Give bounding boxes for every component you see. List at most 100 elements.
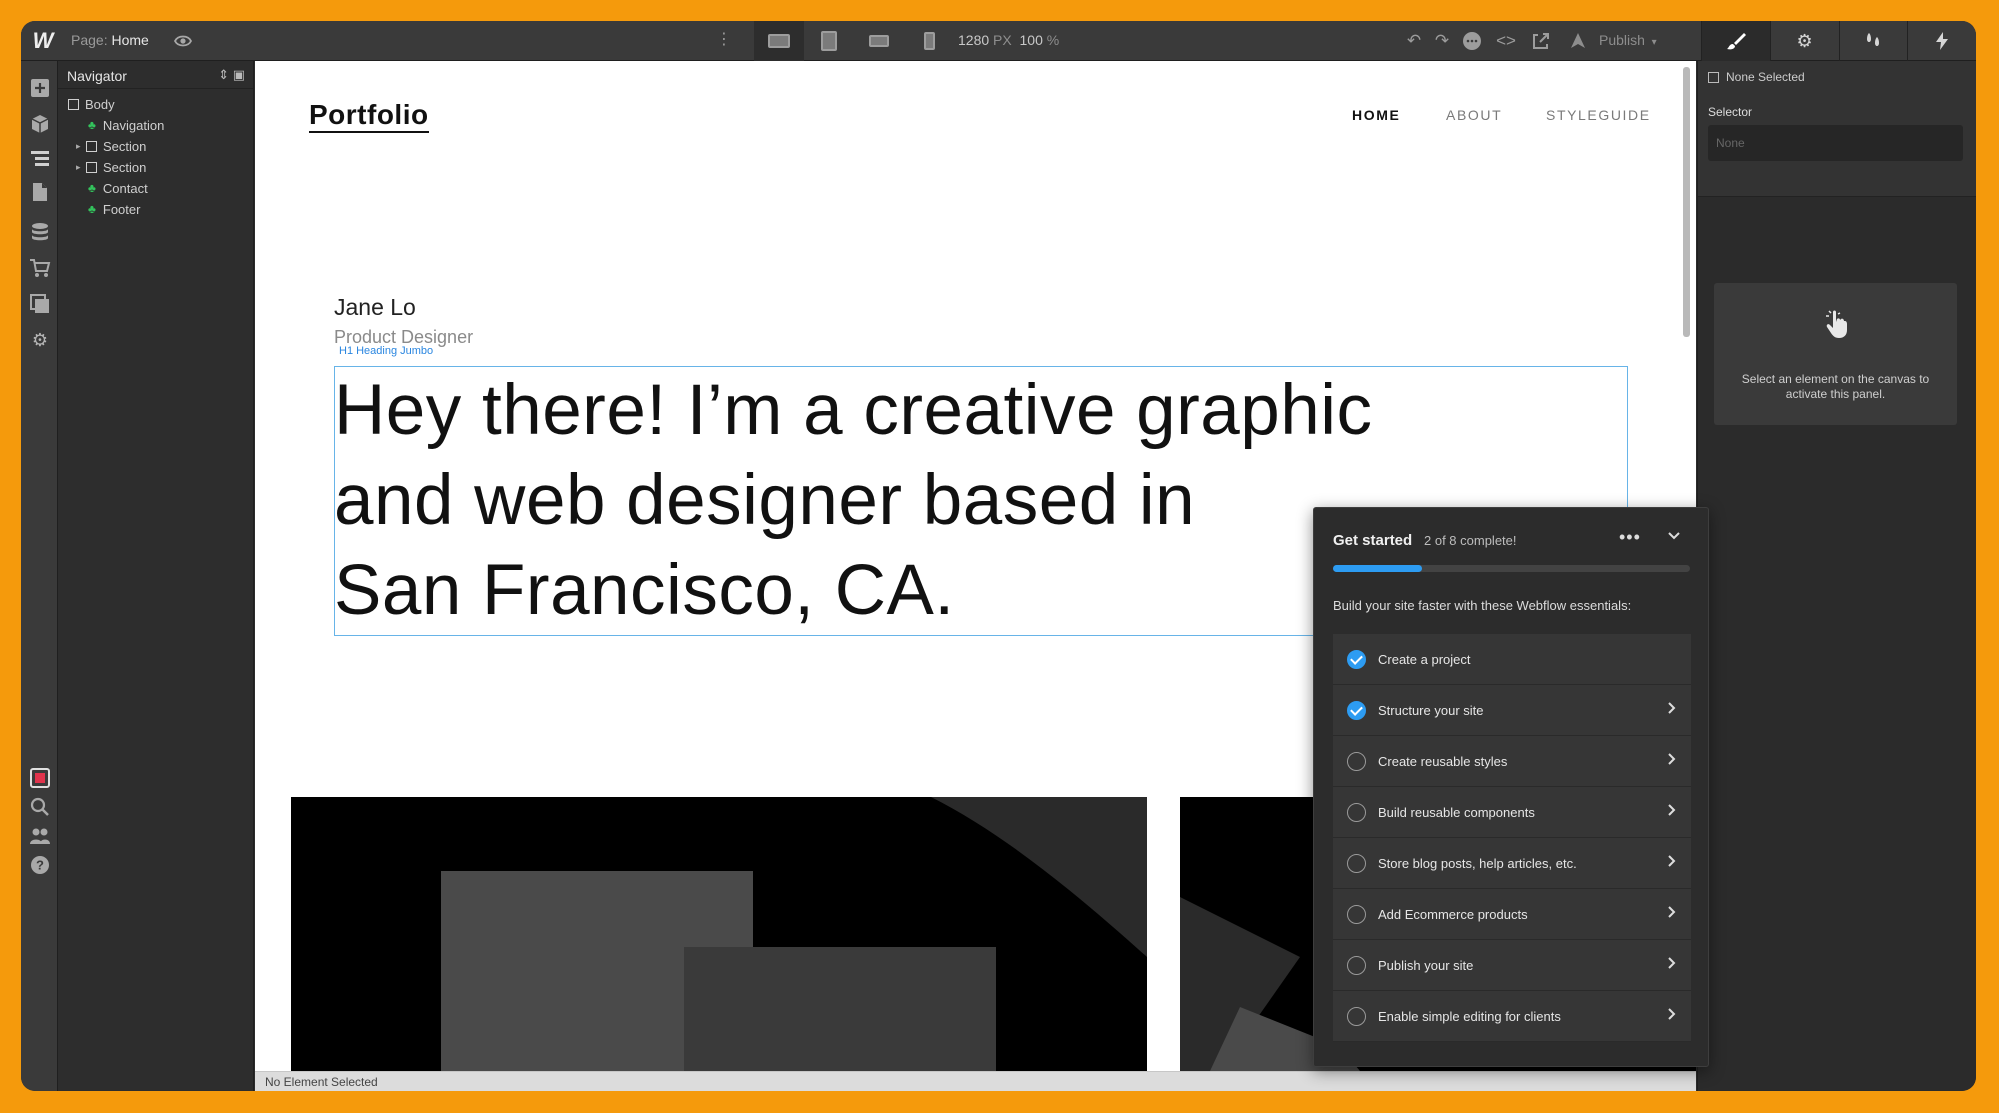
tree-item-navigation[interactable]: ♣ Navigation [88, 114, 164, 136]
team-icon[interactable] [29, 825, 51, 847]
components-icon[interactable] [29, 113, 51, 135]
selector-input[interactable]: None [1708, 125, 1963, 161]
top-toolbar: W Page: Home ⋮ 1280 PX 100 % ↶ ↷ <> Publ… [21, 21, 1976, 61]
code-icon[interactable]: <> [1495, 30, 1517, 52]
tree-item-label: Contact [102, 180, 148, 196]
more-horizontal-icon[interactable]: ••• [1619, 527, 1641, 548]
checklist-item[interactable]: Store blog posts, help articles, etc. [1333, 838, 1691, 889]
checklist-item[interactable]: Publish your site [1333, 940, 1691, 991]
mobile-landscape-icon[interactable] [854, 21, 904, 61]
checklist-item-label: Build reusable components [1378, 804, 1535, 820]
checklist-item-label: Publish your site [1378, 957, 1474, 973]
chevron-down-icon[interactable] [1667, 528, 1681, 545]
empty-circle-icon [1347, 751, 1366, 771]
caret-right-icon[interactable]: ▸ [76, 162, 82, 173]
chevron-right-icon [1667, 905, 1677, 923]
mobile-portrait-icon[interactable] [904, 21, 954, 61]
navigator-header: Navigator ⇕ ▣ [58, 61, 253, 89]
zoom-unit: % [1046, 32, 1060, 48]
assets-icon[interactable] [29, 293, 51, 315]
project-image[interactable] [291, 797, 1147, 1071]
zoom-value: 100 [1019, 32, 1043, 48]
check-circle-icon [1347, 700, 1366, 720]
progress-fill [1333, 565, 1423, 572]
nav-link-about[interactable]: ABOUT [1446, 107, 1502, 123]
tree-item-contact[interactable]: ♣ Contact [88, 177, 148, 199]
nav-link-styleguide[interactable]: STYLEGUIDE [1546, 107, 1651, 123]
element-box-icon [86, 161, 97, 173]
chevron-right-icon [1667, 956, 1677, 974]
checklist-item[interactable]: Structure your site [1333, 685, 1691, 736]
empty-circle-icon [1347, 1006, 1366, 1026]
page-key: Page: [71, 32, 108, 48]
redo-icon[interactable]: ↷ [1431, 30, 1453, 52]
caret-right-icon[interactable]: ▸ [76, 141, 82, 152]
canvas-scrollbar[interactable] [1683, 67, 1690, 337]
checklist-item[interactable]: Add Ecommerce products [1333, 889, 1691, 940]
page-selector[interactable]: Page: Home [71, 32, 149, 48]
undo-icon[interactable]: ↶ [1403, 30, 1425, 52]
status-bar: No Element Selected [255, 1071, 1696, 1091]
eye-icon[interactable] [173, 31, 193, 51]
ecommerce-icon[interactable] [29, 257, 51, 279]
comments-icon[interactable] [1461, 30, 1483, 52]
none-selected-label: None Selected [1726, 70, 1805, 84]
element-box-icon [68, 98, 79, 110]
hint-text: Select an element on the canvas to activ… [1741, 372, 1930, 401]
desktop-icon[interactable] [754, 21, 804, 61]
hero-name[interactable]: Jane Lo [334, 294, 416, 321]
settings-gear-icon[interactable]: ⚙ [1769, 21, 1839, 61]
style-brush-icon[interactable] [1701, 21, 1770, 61]
checklist-item-label: Enable simple editing for clients [1378, 1008, 1561, 1024]
help-icon[interactable]: ? [29, 854, 51, 876]
checklist-item-label: Create reusable styles [1378, 753, 1508, 769]
checklist-count: 2 of 8 complete! [1424, 533, 1517, 548]
checklist-item[interactable]: Create reusable styles [1333, 736, 1691, 787]
tree-item-label: Section [103, 138, 147, 154]
checklist-item[interactable]: Build reusable components [1333, 787, 1691, 838]
audit-icon[interactable] [29, 767, 51, 789]
interactions-icon[interactable] [1838, 21, 1908, 61]
chevron-right-icon [1667, 854, 1677, 872]
site-logo[interactable]: Portfolio [309, 99, 429, 133]
checklist-item-label: Add Ecommerce products [1378, 906, 1528, 922]
navigator-icon[interactable] [29, 147, 51, 169]
cms-icon[interactable] [29, 221, 51, 243]
selection-state: None Selected [1708, 70, 1805, 84]
nav-link-home[interactable]: HOME [1352, 107, 1400, 123]
left-icon-rail: ⚙ ? [21, 61, 58, 1091]
chevron-right-icon [1667, 1007, 1677, 1025]
tree-item-footer[interactable]: ♣ Footer [88, 198, 140, 220]
selector-section: None Selected Selector None [1698, 61, 1976, 197]
tree-item-label: Section [103, 159, 147, 175]
checkbox-icon [1708, 71, 1719, 83]
chevron-down-icon: ▾ [1648, 37, 1657, 48]
tree-item-section[interactable]: ▸ Section [76, 156, 146, 178]
empty-circle-icon [1347, 904, 1366, 924]
tree-item-section[interactable]: ▸ Section [76, 135, 146, 157]
publish-button[interactable]: Publish ▾ [1599, 32, 1657, 48]
webflow-logo[interactable]: W [29, 27, 57, 55]
element-box-icon [86, 140, 97, 152]
tree-item-body[interactable]: Body [68, 93, 115, 115]
pages-icon[interactable] [29, 181, 51, 203]
lightning-icon[interactable] [1907, 21, 1976, 61]
navigator-panel: Navigator ⇕ ▣ Body ♣ Navigation ▸ Sectio… [58, 61, 254, 1091]
checklist-item[interactable]: Enable simple editing for clients [1333, 991, 1691, 1042]
export-icon[interactable] [1530, 30, 1552, 52]
add-icon[interactable] [29, 77, 51, 99]
style-panel: None Selected Selector None Select an el… [1697, 61, 1976, 1091]
checklist-description: Build your site faster with these Webflo… [1333, 598, 1632, 613]
checklist-item[interactable]: Create a project [1333, 634, 1691, 685]
checklist-item-label: Store blog posts, help articles, etc. [1378, 855, 1577, 871]
expand-collapse-icon[interactable]: ⇕ ▣ [218, 67, 245, 83]
tree-item-label: Footer [102, 201, 141, 217]
checklist-item-label: Structure your site [1378, 702, 1484, 718]
tablet-icon[interactable] [804, 21, 854, 61]
element-type-tag: H1 Heading Jumbo [339, 345, 434, 357]
publish-icon[interactable] [1567, 30, 1589, 52]
tree-item-label: Body [85, 96, 115, 112]
search-icon[interactable] [29, 796, 51, 818]
settings-icon[interactable]: ⚙ [29, 329, 51, 351]
more-vertical-icon[interactable]: ⋮ [716, 29, 732, 49]
